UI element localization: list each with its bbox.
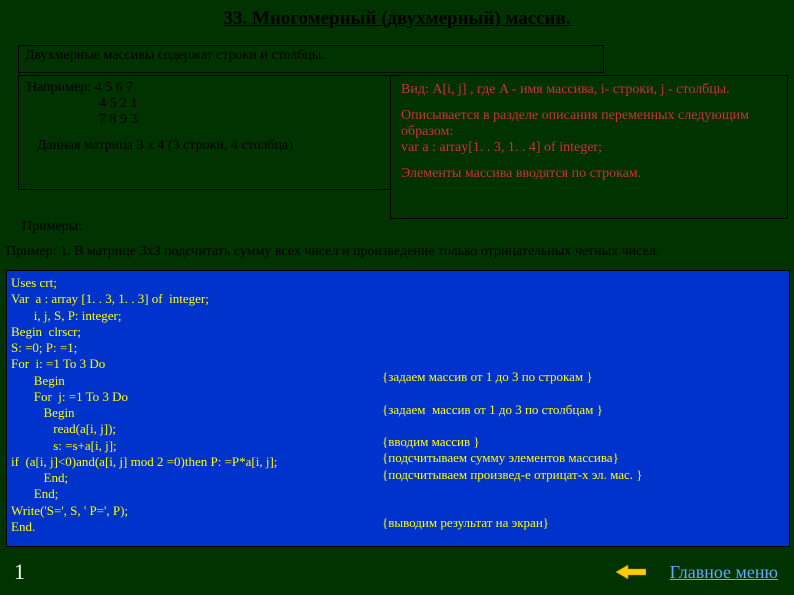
info-box: Вид: A[i, j] , где A - имя массива, i- с… [390, 75, 788, 219]
code-l12: if (a[i, j]<0)and(a[i, j] mod 2 =0)then … [11, 454, 277, 469]
info-desc1: Описывается в разделе описания переменны… [401, 108, 777, 140]
code-l3: i, j, S, P: integer; [11, 308, 122, 323]
code-c3: {вводим массив } [382, 434, 480, 449]
code-l7: Begin [11, 373, 65, 388]
matrix-row3: 7 8 9 3 [99, 112, 138, 127]
code-l14: End; [11, 486, 58, 501]
code-l10: read(a[i, j]); [11, 421, 116, 436]
matrix-row2: 4 5 2 1 [99, 96, 138, 111]
arrow-left-icon[interactable] [616, 563, 646, 581]
code-l16: End. [11, 519, 35, 534]
code-c5: {подсчитываем произвед-е отрицат-х эл. м… [382, 467, 643, 482]
code-box: Uses crt; Var a : array [1. . 3, 1. . 3]… [6, 270, 790, 547]
code-c1: {задаем массив от 1 до 3 по строкам } [382, 369, 593, 384]
code-l9: Begin [11, 405, 75, 420]
example-label: Например: [27, 80, 91, 95]
info-desc2: var a : array[1. . 3, 1. . 4] of integer… [401, 140, 777, 156]
code-c4: {подсчитываем сумму элементов массива} [382, 450, 619, 465]
code-c6: {выводим результат на экран} [382, 515, 549, 530]
example-box: Например: 4 5 6 7 4 5 2 1 7 8 9 3 Данная… [18, 75, 391, 190]
code-l11: s: =s+a[i, j]; [11, 438, 117, 453]
code-l1: Uses crt; [11, 275, 57, 290]
code-l8: For j: =1 To 3 Do [11, 389, 128, 404]
code-left: Uses crt; Var a : array [1. . 3, 1. . 3]… [11, 275, 277, 535]
code-l2: Var a : array [1. . 3, 1. . 3] of intege… [11, 291, 209, 306]
intro-text: Двухмерные массивы содержат строки и сто… [25, 48, 325, 63]
info-vid: Вид: A[i, j] , где A - имя массива, i- с… [401, 82, 777, 98]
matrix-caption: Данная матрица 3 x 4 (3 строки, 4 столбц… [37, 138, 293, 153]
intro-box: Двухмерные массивы содержат строки и сто… [18, 45, 604, 73]
slide-title: 33. Многомерный (двухмерный) массив. [0, 0, 794, 34]
code-l6: For i: =1 To 3 Do [11, 356, 105, 371]
home-link[interactable]: Главное меню [670, 562, 778, 583]
code-l5: S: =0; P: =1; [11, 340, 77, 355]
examples-label: Примеры: [22, 219, 82, 235]
page-number: 1 [14, 559, 25, 585]
example1-text: Пример: 1. В матрице 3x3 подсчитать сумм… [6, 244, 776, 260]
code-l15: Write('S=', S, ' P=', P); [11, 503, 128, 518]
code-comments: {задаем массив от 1 до 3 по строкам } {з… [382, 369, 643, 532]
matrix-row1: 4 5 6 7 [95, 80, 134, 95]
code-l4: Begin clrscr; [11, 324, 81, 339]
info-elem: Элементы массива вводятся по строкам. [401, 166, 777, 182]
code-c2: {задаем массив от 1 до 3 по столбцам } [382, 402, 603, 417]
code-l13: End; [11, 470, 68, 485]
